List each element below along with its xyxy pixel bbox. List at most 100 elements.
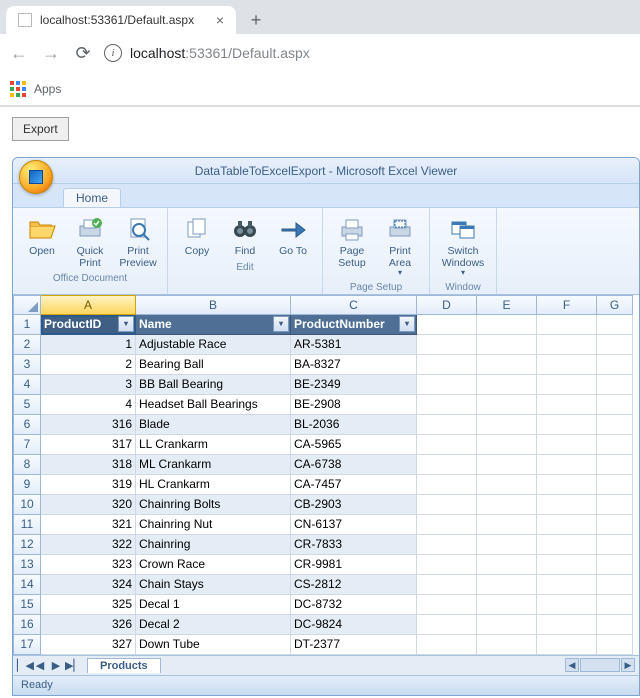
table-header-name[interactable]: Name: [136, 315, 291, 335]
row-header[interactable]: 13: [13, 555, 41, 575]
window-titlebar[interactable]: DataTableToExcelExport - Microsoft Excel…: [13, 158, 639, 184]
col-header-d[interactable]: D: [417, 295, 477, 315]
cell-productnumber[interactable]: AR-5381: [291, 335, 417, 355]
cell-name[interactable]: Headset Ball Bearings: [136, 395, 291, 415]
cell-productid[interactable]: 2: [41, 355, 136, 375]
cell-productnumber[interactable]: BE-2349: [291, 375, 417, 395]
table-header-productid[interactable]: ProductID: [41, 315, 136, 335]
row-header[interactable]: 10: [13, 495, 41, 515]
cell-productnumber[interactable]: CA-6738: [291, 455, 417, 475]
horizontal-scrollbar[interactable]: ◀▶: [565, 658, 639, 672]
office-orb-button[interactable]: [19, 160, 53, 194]
cell-name[interactable]: HL Crankarm: [136, 475, 291, 495]
page-setup-button[interactable]: Page Setup: [329, 212, 375, 280]
reload-icon[interactable]: ⟳: [72, 43, 94, 64]
cell-name[interactable]: BB Ball Bearing: [136, 375, 291, 395]
cell-productnumber[interactable]: BA-8327: [291, 355, 417, 375]
cell-productnumber[interactable]: BL-2036: [291, 415, 417, 435]
row-header[interactable]: 7: [13, 435, 41, 455]
col-header-e[interactable]: E: [477, 295, 537, 315]
row-header[interactable]: 9: [13, 475, 41, 495]
apps-label[interactable]: Apps: [34, 82, 61, 96]
cell-name[interactable]: Crown Race: [136, 555, 291, 575]
col-header-b[interactable]: B: [136, 295, 291, 315]
cell-name[interactable]: ML Crankarm: [136, 455, 291, 475]
cell-productid[interactable]: 327: [41, 635, 136, 655]
cell-productid[interactable]: 4: [41, 395, 136, 415]
close-tab-icon[interactable]: ×: [216, 12, 224, 28]
filter-dropdown-icon[interactable]: [273, 316, 289, 332]
print-preview-button[interactable]: Print Preview: [115, 212, 161, 271]
row-header[interactable]: 15: [13, 595, 41, 615]
cell-productnumber[interactable]: CR-9981: [291, 555, 417, 575]
cell-name[interactable]: Chainring Nut: [136, 515, 291, 535]
apps-icon[interactable]: [10, 81, 26, 97]
col-header-g[interactable]: G: [597, 295, 633, 315]
cell-productid[interactable]: 316: [41, 415, 136, 435]
col-header-a[interactable]: A: [41, 295, 136, 315]
cell-name[interactable]: Down Tube: [136, 635, 291, 655]
cell-productnumber[interactable]: DC-9824: [291, 615, 417, 635]
row-header[interactable]: 8: [13, 455, 41, 475]
cell-productid[interactable]: 317: [41, 435, 136, 455]
address-bar[interactable]: i localhost:53361/Default.aspx: [104, 39, 632, 67]
switch-windows-button[interactable]: Switch Windows: [436, 212, 490, 280]
cell-productnumber[interactable]: BE-2908: [291, 395, 417, 415]
cell-name[interactable]: Chainring Bolts: [136, 495, 291, 515]
cell-productid[interactable]: 324: [41, 575, 136, 595]
cell-productid[interactable]: 319: [41, 475, 136, 495]
quick-print-button[interactable]: Quick Print: [67, 212, 113, 271]
find-button[interactable]: Find: [222, 212, 268, 260]
cell-productnumber[interactable]: CN-6137: [291, 515, 417, 535]
cell-productnumber[interactable]: DT-2377: [291, 635, 417, 655]
cell-name[interactable]: LL Crankarm: [136, 435, 291, 455]
cell-productnumber[interactable]: CA-7457: [291, 475, 417, 495]
forward-icon[interactable]: →: [40, 43, 62, 64]
row-header[interactable]: 16: [13, 615, 41, 635]
select-all-cell[interactable]: [13, 295, 41, 315]
cell-productnumber[interactable]: CA-5965: [291, 435, 417, 455]
spreadsheet-grid[interactable]: A B C D E F G 1 ProductID Name ProductNu…: [13, 295, 639, 655]
cell-productnumber[interactable]: DC-8732: [291, 595, 417, 615]
cell-name[interactable]: Chain Stays: [136, 575, 291, 595]
export-button[interactable]: Export: [12, 117, 69, 141]
ribbon-tab-home[interactable]: Home: [63, 188, 121, 207]
row-header[interactable]: 11: [13, 515, 41, 535]
row-header[interactable]: 5: [13, 395, 41, 415]
browser-tab[interactable]: localhost:53361/Default.aspx ×: [6, 6, 236, 34]
filter-dropdown-icon[interactable]: [118, 316, 134, 332]
cell-name[interactable]: Decal 2: [136, 615, 291, 635]
cell-name[interactable]: Chainring: [136, 535, 291, 555]
cell-productid[interactable]: 1: [41, 335, 136, 355]
row-header[interactable]: 14: [13, 575, 41, 595]
cell-productnumber[interactable]: CR-7833: [291, 535, 417, 555]
sheet-nav[interactable]: ▏◀◀▶▶▏: [13, 659, 83, 672]
filter-dropdown-icon[interactable]: [399, 316, 415, 332]
cell-productid[interactable]: 323: [41, 555, 136, 575]
table-header-productnumber[interactable]: ProductNumber: [291, 315, 417, 335]
cell-productid[interactable]: 320: [41, 495, 136, 515]
cell-name[interactable]: Decal 1: [136, 595, 291, 615]
row-header[interactable]: 12: [13, 535, 41, 555]
copy-button[interactable]: Copy: [174, 212, 220, 260]
sheet-tab-products[interactable]: Products: [87, 658, 161, 673]
print-area-button[interactable]: Print Area: [377, 212, 423, 280]
col-header-c[interactable]: C: [291, 295, 417, 315]
cell-productid[interactable]: 321: [41, 515, 136, 535]
open-button[interactable]: Open: [19, 212, 65, 271]
row-header[interactable]: 17: [13, 635, 41, 655]
cell-name[interactable]: Bearing Ball: [136, 355, 291, 375]
row-header[interactable]: 2: [13, 335, 41, 355]
cell-name[interactable]: Blade: [136, 415, 291, 435]
go-to-button[interactable]: Go To: [270, 212, 316, 260]
cell-productnumber[interactable]: CB-2903: [291, 495, 417, 515]
row-header[interactable]: 1: [13, 315, 41, 335]
cell-productid[interactable]: 325: [41, 595, 136, 615]
cell-name[interactable]: Adjustable Race: [136, 335, 291, 355]
cell-productid[interactable]: 326: [41, 615, 136, 635]
cell-productid[interactable]: 322: [41, 535, 136, 555]
cell-productnumber[interactable]: CS-2812: [291, 575, 417, 595]
row-header[interactable]: 3: [13, 355, 41, 375]
col-header-f[interactable]: F: [537, 295, 597, 315]
back-icon[interactable]: ←: [8, 43, 30, 64]
